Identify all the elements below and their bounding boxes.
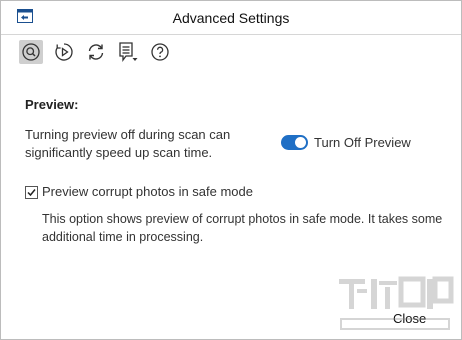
play-toolbar-button[interactable]: [52, 40, 76, 64]
safe-mode-checkbox-label[interactable]: Preview corrupt photos in safe mode: [42, 184, 253, 199]
turn-off-preview-toggle[interactable]: [281, 135, 308, 150]
window-title: Advanced Settings: [172, 10, 290, 26]
refresh-toolbar-button[interactable]: [84, 40, 108, 64]
preview-heading: Preview:: [25, 97, 79, 112]
preview-toolbar-button[interactable]: [19, 40, 43, 64]
play-icon: [55, 43, 73, 61]
refresh-icon: [88, 44, 104, 60]
advanced-settings-window: Advanced Settings Preview: Turning previ…: [0, 0, 462, 340]
help-icon: [151, 43, 169, 61]
toolbar: [1, 35, 461, 69]
watermark-logo-icon: [339, 276, 454, 330]
title-bar: Advanced Settings: [1, 1, 461, 35]
safe-mode-checkbox[interactable]: [25, 186, 38, 199]
search-preview-icon: [22, 43, 40, 61]
checkmark-icon: [27, 189, 36, 197]
list-toolbar-button[interactable]: [116, 40, 140, 64]
safe-mode-info: This option shows preview of corrupt pho…: [42, 212, 443, 244]
preview-description: Turning preview off during scan can sign…: [25, 127, 231, 160]
toggle-knob: [295, 137, 306, 148]
list-dropdown-icon: [119, 42, 138, 62]
help-toolbar-button[interactable]: [148, 40, 172, 64]
turn-off-preview-label[interactable]: Turn Off Preview: [314, 135, 411, 150]
